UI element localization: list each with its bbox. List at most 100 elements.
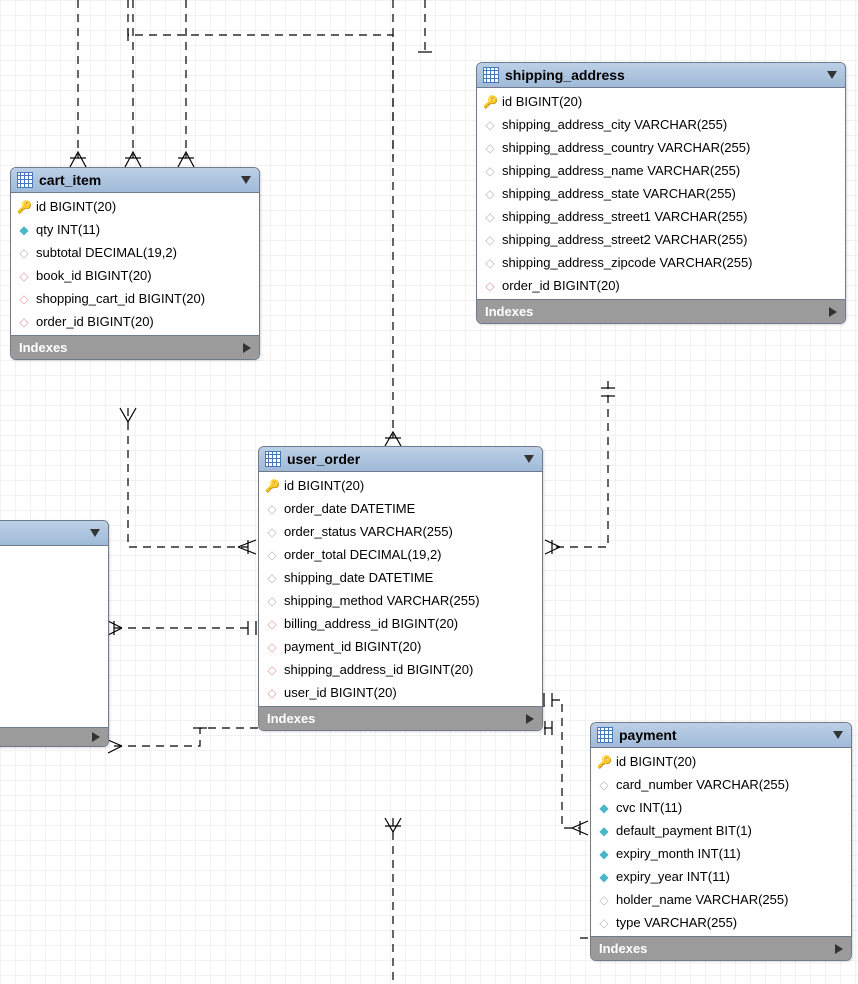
table-shipping_address[interactable]: shipping_address🔑id BIGINT(20)◇shipping_…: [476, 62, 846, 324]
column-row[interactable]: ◇order_id BIGINT(20): [11, 310, 259, 333]
column-row[interactable]: ◇shipping_method VARCHAR(255): [259, 589, 542, 612]
table-cart_item[interactable]: cart_item🔑id BIGINT(20)◆qty INT(11)◇subt…: [10, 167, 260, 360]
column-row[interactable]: CHAR(255): [0, 702, 108, 725]
column-row[interactable]: ◇payment_id BIGINT(20): [259, 635, 542, 658]
column-text: id BIGINT(20): [284, 478, 364, 493]
column-row[interactable]: ◇shipping_address_street2 VARCHAR(255): [477, 228, 845, 251]
column-row[interactable]: ◇billing_address_id BIGINT(20): [259, 612, 542, 635]
column-text: cvc INT(11): [616, 800, 682, 815]
column-row[interactable]: HAR(255): [0, 556, 108, 579]
column-text: qty INT(11): [36, 222, 100, 237]
table-user_order[interactable]: user_order🔑id BIGINT(20)◇order_date DATE…: [258, 446, 543, 731]
column-row[interactable]: ◇subtotal DECIMAL(19,2): [11, 241, 259, 264]
column-row[interactable]: RCHAR(255): [0, 625, 108, 648]
column-row[interactable]: ◇shipping_address_id BIGINT(20): [259, 658, 542, 681]
column-text: order_status VARCHAR(255): [284, 524, 453, 539]
column-row[interactable]: RCHAR(255): [0, 648, 108, 671]
column-row[interactable]: ◇shipping_address_city VARCHAR(255): [477, 113, 845, 136]
column-row[interactable]: ◇order_status VARCHAR(255): [259, 520, 542, 543]
table-header-user_order[interactable]: user_order: [259, 447, 542, 472]
table-header-shipping_address[interactable]: shipping_address: [477, 63, 845, 88]
chevron-down-icon[interactable]: [241, 176, 251, 184]
column-row[interactable]: ◇order_date DATETIME: [259, 497, 542, 520]
column-list: HAR(255)ARCHAR(255)RCHAR(255)RCHAR(255)R…: [0, 546, 108, 727]
table-payment[interactable]: payment 🔑id BIGINT(20)◇card_number VARCHA…: [590, 722, 852, 961]
column-text: shipping_date DATETIME: [284, 570, 433, 585]
chevron-right-icon[interactable]: [92, 732, 100, 742]
column-row[interactable]: 🔑id BIGINT(20): [11, 195, 259, 218]
chevron-right-icon[interactable]: [829, 307, 837, 317]
table-title: payment: [619, 727, 677, 743]
column-row[interactable]: ◆qty INT(11): [11, 218, 259, 241]
column-row[interactable]: [0, 548, 108, 556]
column-text: card_number VARCHAR(255): [616, 777, 789, 792]
column-row[interactable]: ◆expiry_year INT(11): [591, 865, 851, 888]
chevron-right-icon[interactable]: [526, 714, 534, 724]
table-partial_left[interactable]: HAR(255)ARCHAR(255)RCHAR(255)RCHAR(255)R…: [0, 520, 109, 747]
column-text: shopping_cart_id BIGINT(20): [36, 291, 205, 306]
chevron-down-icon[interactable]: [90, 529, 100, 537]
indexes-bar[interactable]: Indexes: [591, 936, 851, 960]
column-text: order_id BIGINT(20): [502, 278, 620, 293]
column-row[interactable]: ◇shipping_address_name VARCHAR(255): [477, 159, 845, 182]
chevron-down-icon[interactable]: [827, 71, 837, 79]
indexes-label: Indexes: [485, 304, 533, 319]
table-header-partial_left[interactable]: [0, 521, 108, 546]
column-row[interactable]: ◆cvc INT(11): [591, 796, 851, 819]
table-icon: [483, 67, 499, 83]
column-text: shipping_address_street1 VARCHAR(255): [502, 209, 747, 224]
column-row[interactable]: [0, 694, 108, 702]
column-text: expiry_year INT(11): [616, 869, 730, 884]
column-text: shipping_address_street2 VARCHAR(255): [502, 232, 747, 247]
indexes-bar[interactable]: Indexes: [11, 335, 259, 359]
column-row[interactable]: ◇type VARCHAR(255): [591, 911, 851, 934]
table-header-payment[interactable]: payment: [591, 723, 851, 748]
column-row[interactable]: ◇shipping_address_street1 VARCHAR(255): [477, 205, 845, 228]
indexes-bar[interactable]: Indexes: [259, 706, 542, 730]
column-text: shipping_address_country VARCHAR(255): [502, 140, 750, 155]
column-row[interactable]: ◇shipping_address_state VARCHAR(255): [477, 182, 845, 205]
column-row[interactable]: ◇shipping_date DATETIME: [259, 566, 542, 589]
column-row[interactable]: ◆default_payment BIT(1): [591, 819, 851, 842]
column-row[interactable]: ◇shipping_address_country VARCHAR(255): [477, 136, 845, 159]
table-icon: [17, 172, 33, 188]
column-text: billing_address_id BIGINT(20): [284, 616, 458, 631]
column-text: expiry_month INT(11): [616, 846, 741, 861]
column-row[interactable]: ◇order_id BIGINT(20): [477, 274, 845, 297]
column-text: payment_id BIGINT(20): [284, 639, 421, 654]
column-row[interactable]: RCHAR(255): [0, 602, 108, 625]
column-row[interactable]: 🔑id BIGINT(20): [259, 474, 542, 497]
column-row[interactable]: 🔑id BIGINT(20): [477, 90, 845, 113]
column-row[interactable]: ◇holder_name VARCHAR(255): [591, 888, 851, 911]
column-row[interactable]: ◇shopping_cart_id BIGINT(20): [11, 287, 259, 310]
column-row[interactable]: ◇order_total DECIMAL(19,2): [259, 543, 542, 566]
indexes-bar[interactable]: [0, 727, 108, 746]
table-header-cart_item[interactable]: cart_item: [11, 168, 259, 193]
column-row[interactable]: ◆expiry_month INT(11): [591, 842, 851, 865]
column-row[interactable]: ARCHAR(255): [0, 579, 108, 602]
table-title: shipping_address: [505, 67, 625, 83]
column-list: 🔑id BIGINT(20)◇shipping_address_city VAR…: [477, 88, 845, 299]
column-row[interactable]: ◇shipping_address_zipcode VARCHAR(255): [477, 251, 845, 274]
column-text: subtotal DECIMAL(19,2): [36, 245, 177, 260]
column-text: order_total DECIMAL(19,2): [284, 547, 442, 562]
diagram-canvas[interactable]: cart_item🔑id BIGINT(20)◆qty INT(11)◇subt…: [0, 0, 858, 984]
column-row[interactable]: ◇card_number VARCHAR(255): [591, 773, 851, 796]
column-text: id BIGINT(20): [36, 199, 116, 214]
chevron-down-icon[interactable]: [524, 455, 534, 463]
column-text: shipping_address_id BIGINT(20): [284, 662, 473, 677]
chevron-right-icon[interactable]: [835, 944, 843, 954]
column-row[interactable]: 🔑id BIGINT(20): [591, 750, 851, 773]
chevron-down-icon[interactable]: [833, 731, 843, 739]
column-row[interactable]: ◇book_id BIGINT(20): [11, 264, 259, 287]
column-text: order_id BIGINT(20): [36, 314, 154, 329]
chevron-right-icon[interactable]: [243, 343, 251, 353]
indexes-bar[interactable]: Indexes: [477, 299, 845, 323]
column-text: shipping_address_city VARCHAR(255): [502, 117, 727, 132]
column-row[interactable]: ◇user_id BIGINT(20): [259, 681, 542, 704]
column-text: shipping_address_zipcode VARCHAR(255): [502, 255, 753, 270]
column-text: id BIGINT(20): [616, 754, 696, 769]
column-row[interactable]: ARCHAR(255): [0, 671, 108, 694]
column-text: type VARCHAR(255): [616, 915, 737, 930]
indexes-label: Indexes: [267, 711, 315, 726]
